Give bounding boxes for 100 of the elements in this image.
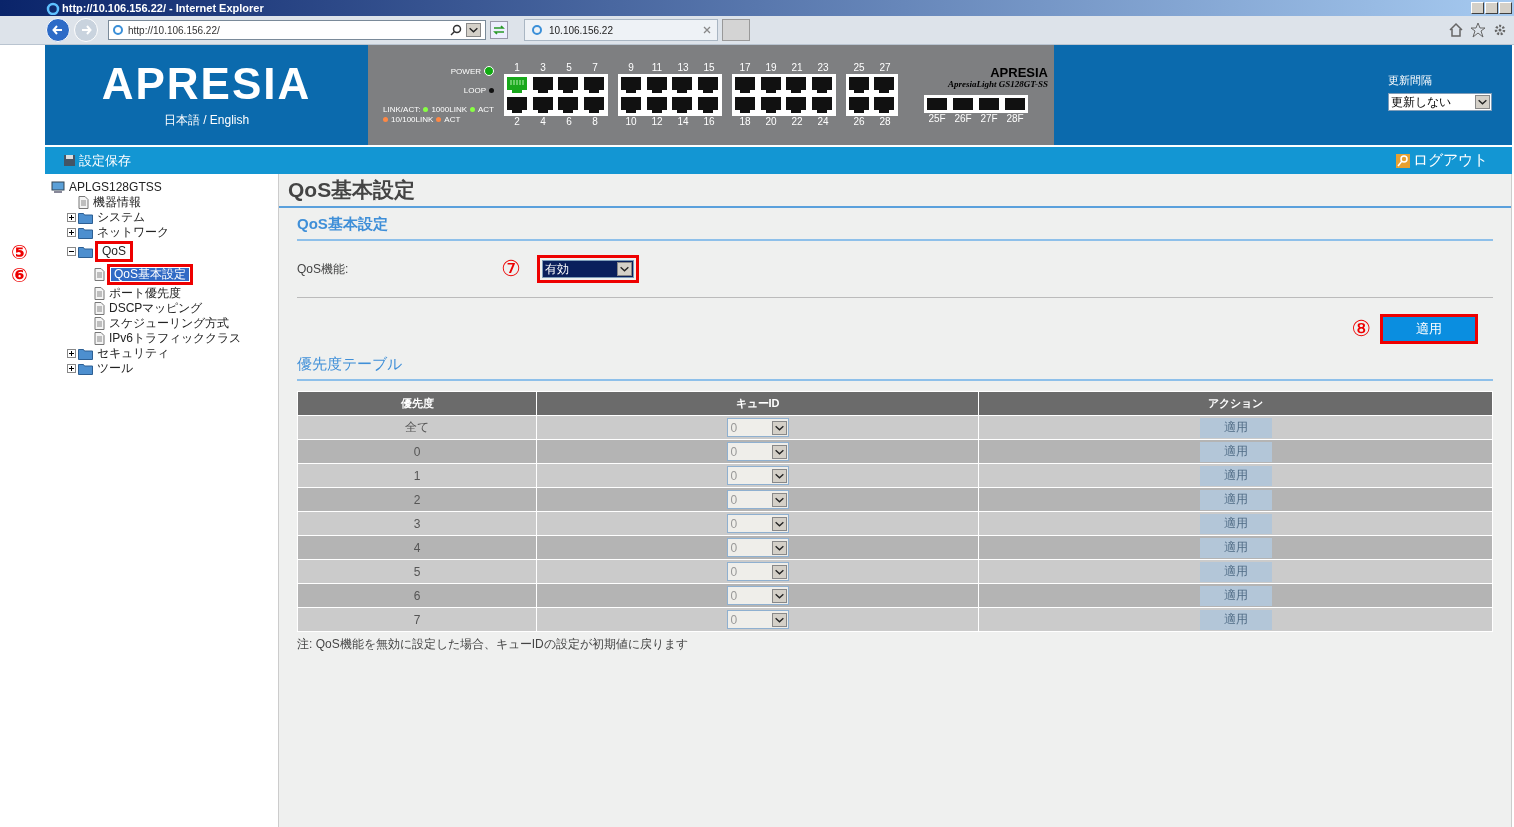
annotation-marker: ⑤ (11, 239, 28, 264)
logo: APRESIA (101, 61, 312, 106)
power-label: POWER (450, 66, 481, 76)
column-header: 優先度 (297, 391, 537, 416)
port-number: 27 (879, 62, 891, 74)
brand-label: APRESIA (990, 65, 1048, 79)
tree-item[interactable]: DSCPマッピング (107, 302, 205, 315)
port-number: 5 (566, 62, 572, 74)
port-number: 6 (566, 116, 572, 128)
port-number: 16 (703, 116, 715, 128)
arrow-right-icon (80, 24, 92, 36)
legend-label: LINK/ACT: (383, 105, 421, 114)
browser-logo-icon (46, 1, 60, 15)
port-number: 3 (540, 62, 546, 74)
tree-item[interactable]: システム (95, 211, 147, 224)
address-field[interactable]: http://10.106.156.22/ (108, 20, 486, 40)
tree-item[interactable]: ネットワーク (95, 226, 171, 239)
port-number: 19 (765, 62, 777, 74)
table-cell: 4 (297, 535, 537, 560)
expand-toggle[interactable] (67, 213, 76, 222)
port-number: 8 (592, 116, 598, 128)
port-number: 24 (817, 116, 829, 128)
expand-toggle[interactable] (67, 364, 76, 373)
home-icon[interactable] (1448, 22, 1464, 38)
caret-icon (771, 588, 787, 603)
tree-item[interactable]: スケジューリング方式 (107, 317, 231, 330)
search-icon[interactable] (450, 24, 462, 36)
port-number: 4 (540, 116, 546, 128)
caret-icon (771, 468, 787, 483)
computer-icon (51, 181, 65, 194)
browser-tab[interactable]: 10.106.156.22 (524, 19, 718, 41)
save-settings-link[interactable]: 設定保存 (63, 151, 131, 170)
maximize-button[interactable] (1485, 2, 1498, 14)
folder-icon (78, 211, 93, 224)
port-number: 11 (651, 62, 663, 74)
star-icon[interactable] (1470, 22, 1486, 38)
led-icon (383, 117, 389, 122)
port-number: 22 (791, 116, 803, 128)
annotation-marker: ⑥ (11, 262, 28, 287)
tree-item[interactable]: セキュリティ (95, 347, 171, 360)
table-cell: 5 (297, 559, 537, 584)
page-title: QoS基本設定 (279, 174, 1511, 208)
language-link[interactable]: 日本語 / English (163, 111, 250, 129)
led-icon (423, 107, 429, 112)
port-number: 15 (703, 62, 715, 74)
note-text: 注: QoS機能を無効に設定した場合、キューIDの設定が初期値に戻ります (297, 636, 689, 653)
led-icon (436, 117, 442, 122)
expand-toggle[interactable] (67, 349, 76, 358)
caret-icon (771, 516, 787, 531)
tree-item[interactable]: ツール (95, 362, 135, 375)
sfp-port-icon (952, 96, 974, 111)
back-button[interactable] (46, 18, 70, 42)
tree-item[interactable]: QoS (95, 241, 133, 262)
section-title: QoS基本設定 (297, 208, 1493, 241)
caret-icon (466, 23, 481, 37)
port-number: 7 (592, 62, 598, 74)
port-number: 18 (739, 116, 751, 128)
port-number: 21 (791, 62, 803, 74)
tree-item[interactable]: 機器情報 (91, 196, 143, 209)
tree-item[interactable]: IPv6トラフィッククラス (107, 332, 243, 345)
port-number: 12 (651, 116, 663, 128)
section-title: 優先度テーブル (297, 348, 1493, 381)
legend-label: 10/100LINK (391, 115, 434, 124)
tree-item[interactable]: ポート優先度 (107, 287, 183, 300)
qos-select[interactable]: 有効 (542, 260, 634, 278)
port-number: 25 (853, 62, 865, 74)
model-label: ApresiaLight GS128GT-SS (948, 78, 1048, 89)
table-cell: 3 (297, 511, 537, 536)
collapse-toggle[interactable] (67, 247, 76, 256)
led-icon (470, 107, 475, 112)
tree-item[interactable]: QoS基本設定 (107, 264, 193, 285)
apply-button[interactable]: 適用 (1383, 317, 1475, 341)
field-label: QoS機能: (297, 260, 350, 278)
arrow-left-icon (52, 24, 64, 36)
annotation-marker: ⑦ (501, 256, 522, 282)
caret-icon (1475, 95, 1490, 109)
address-text: http://10.106.156.22/ (128, 24, 221, 36)
close-icon[interactable] (703, 26, 711, 34)
caret-icon (617, 262, 632, 276)
close-button[interactable] (1499, 2, 1512, 14)
caret-icon (771, 420, 787, 435)
logout-link[interactable]: ログアウト (1396, 151, 1488, 170)
caret-icon (771, 564, 787, 579)
port-number: 25F (927, 112, 947, 125)
table-cell: 7 (297, 607, 537, 632)
expand-toggle[interactable] (67, 228, 76, 237)
caret-icon (771, 540, 787, 555)
tree-item[interactable]: APLGS128GTSS (67, 181, 164, 194)
settings-icon[interactable] (1492, 22, 1508, 38)
port-number: 14 (677, 116, 689, 128)
folder-icon (78, 226, 93, 239)
port-number: 26F (953, 112, 973, 125)
port-number: 2 (514, 116, 520, 128)
loop-led-icon (489, 88, 494, 93)
port-number: 9 (628, 62, 634, 74)
table-cell: 0 (297, 439, 537, 464)
port-number: 26 (853, 116, 865, 128)
refresh-select[interactable]: 更新しない (1388, 93, 1492, 111)
loop-label: LOOP (463, 86, 486, 95)
minimize-button[interactable] (1471, 2, 1484, 14)
